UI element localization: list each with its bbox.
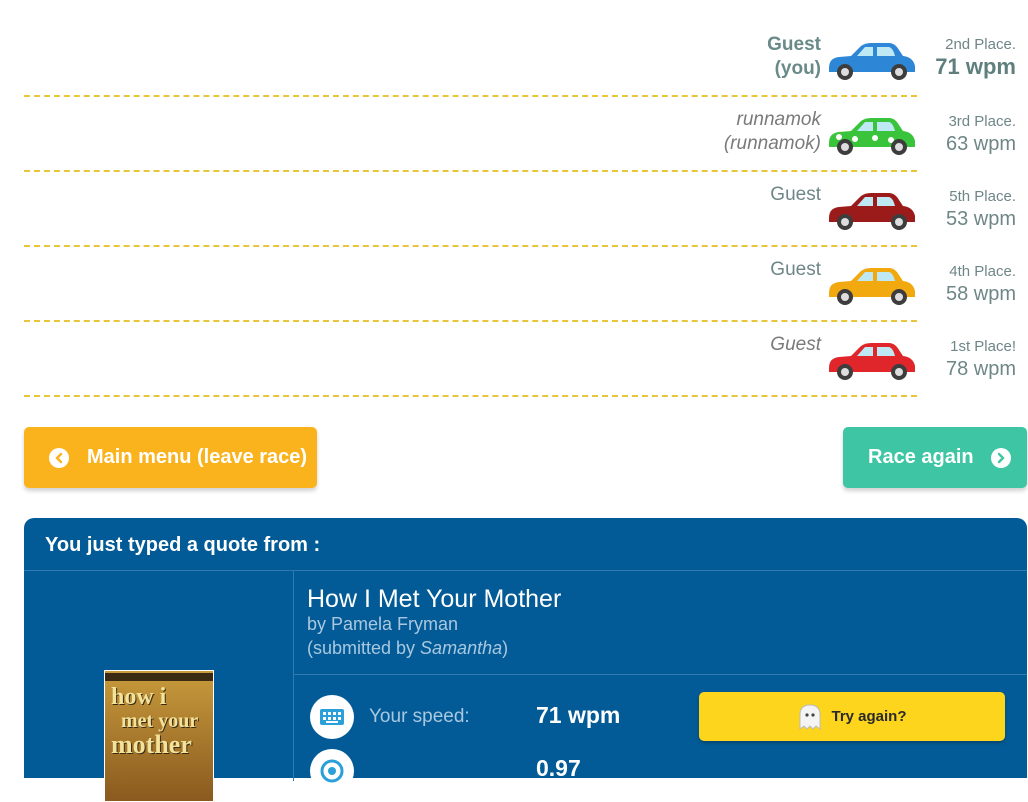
place-info: 1st Place! 78 wpm — [945, 338, 1016, 380]
car-icon — [829, 193, 915, 230]
racer-name: Guest (you) — [767, 34, 821, 79]
speed-value: 71 wpm — [536, 702, 621, 728]
race-lane: Guest — [24, 320, 917, 397]
car-icon — [829, 268, 915, 305]
cover-title: how i met your mother — [111, 684, 199, 759]
car-icon — [829, 118, 915, 155]
try-again-button[interactable]: Try again? — [699, 692, 1005, 741]
race-lane: Guest — [24, 245, 917, 322]
cover-column: how i met your mother — [24, 571, 294, 802]
car-icon — [829, 43, 915, 80]
quote-panel-header: You just typed a quote from : — [24, 518, 1027, 571]
racer-name: Guest — [770, 184, 821, 205]
place-info: 4th Place. 58 wpm — [945, 263, 1016, 305]
ghost-icon — [799, 703, 821, 730]
speed-label: Your speed: — [369, 706, 470, 727]
racer-name: runnamok (runnamok) — [723, 109, 821, 154]
second-stat-value: 0.97 — [536, 755, 581, 781]
race-lane: runnamok (runnamok) — [24, 95, 917, 172]
divider — [294, 674, 1027, 675]
quote-submitted: (submitted by Samantha) — [307, 638, 509, 658]
quote-title: How I Met Your Mother — [307, 585, 562, 613]
book-cover: how i met your mother — [104, 670, 214, 802]
quote-panel: You just typed a quote from : how i met … — [24, 518, 1027, 802]
racer-name: Guest — [770, 334, 821, 355]
car-icon — [829, 343, 915, 380]
main-menu-button[interactable]: Main menu (leave race) — [24, 427, 317, 488]
keyboard-icon — [310, 695, 354, 739]
submitter-name: Samantha — [420, 638, 503, 658]
chevron-right-icon — [990, 447, 1011, 468]
race-lane: Guest (you) — [24, 20, 917, 97]
chevron-left-icon — [49, 447, 69, 468]
quote-author: by Pamela Fryman — [307, 614, 459, 634]
place-info: 5th Place. 53 wpm — [945, 188, 1016, 230]
place-info: 2nd Place. 71 wpm — [935, 36, 1016, 79]
try-again-label: Try again? — [831, 708, 907, 725]
main-menu-label: Main menu (leave race) — [87, 446, 308, 468]
race-again-label: Race again — [868, 446, 974, 468]
racer-name: Guest — [770, 259, 821, 280]
accuracy-icon — [310, 749, 354, 793]
race-again-button[interactable]: Race again — [843, 427, 1027, 488]
race-lane: Guest — [24, 170, 917, 247]
place-info: 3rd Place. 63 wpm — [945, 113, 1016, 155]
